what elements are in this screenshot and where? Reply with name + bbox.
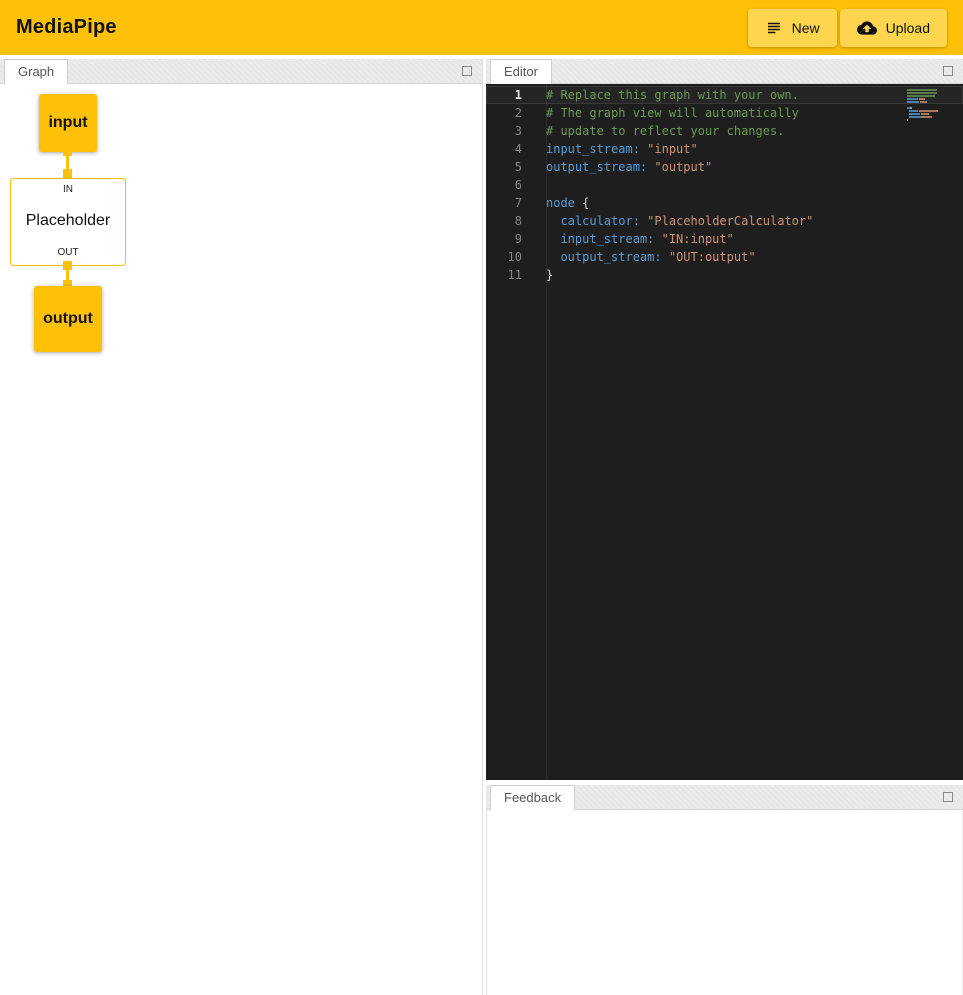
editor-lines: 1# Replace this graph with your own.2# T… bbox=[486, 86, 963, 284]
minimap-line bbox=[907, 101, 949, 103]
line-content: # update to reflect your changes. bbox=[522, 122, 784, 140]
code-line[interactable]: 4input_stream: "input" bbox=[486, 140, 963, 158]
tab-editor-label: Editor bbox=[504, 64, 538, 79]
code-line[interactable]: 2# The graph view will automatically bbox=[486, 104, 963, 122]
input-port-icon[interactable] bbox=[63, 169, 72, 178]
line-content bbox=[522, 176, 546, 194]
minimap-line bbox=[907, 116, 949, 118]
graph-node-placeholder[interactable]: IN Placeholder OUT bbox=[10, 178, 126, 266]
line-content: input_stream: "input" bbox=[522, 140, 698, 158]
minimap-line bbox=[907, 119, 949, 121]
tab-feedback-label: Feedback bbox=[504, 790, 561, 805]
line-number: 5 bbox=[486, 158, 522, 176]
graph-canvas[interactable]: input IN Placeholder OUT output bbox=[0, 84, 482, 995]
upload-button-label: Upload bbox=[886, 20, 930, 36]
feedback-content bbox=[486, 810, 963, 995]
editor-minimap[interactable] bbox=[907, 89, 949, 122]
code-line[interactable]: 11} bbox=[486, 266, 963, 284]
code-line[interactable]: 5output_stream: "output" bbox=[486, 158, 963, 176]
code-line[interactable]: 9 input_stream: "IN:input" bbox=[486, 230, 963, 248]
tab-editor[interactable]: Editor bbox=[490, 59, 552, 84]
line-number: 3 bbox=[486, 122, 522, 140]
code-line[interactable]: 1# Replace this graph with your own. bbox=[486, 86, 963, 104]
code-line[interactable]: 8 calculator: "PlaceholderCalculator" bbox=[486, 212, 963, 230]
line-number: 9 bbox=[486, 230, 522, 248]
code-line[interactable]: 7node { bbox=[486, 194, 963, 212]
line-number: 1 bbox=[486, 86, 522, 104]
cloud-upload-icon bbox=[857, 18, 877, 38]
minimap-line bbox=[907, 113, 949, 115]
code-line[interactable]: 10 output_stream: "OUT:output" bbox=[486, 248, 963, 266]
minimap-line bbox=[907, 104, 949, 106]
upload-button[interactable]: Upload bbox=[840, 9, 947, 47]
graph-node-output[interactable]: output bbox=[34, 286, 102, 352]
minimap-line bbox=[907, 110, 949, 112]
line-content: calculator: "PlaceholderCalculator" bbox=[522, 212, 813, 230]
line-number: 7 bbox=[486, 194, 522, 212]
new-file-icon bbox=[765, 19, 783, 37]
graph-maximize-icon[interactable] bbox=[462, 66, 472, 76]
new-button-label: New bbox=[792, 20, 820, 36]
placeholder-out-port-label: OUT bbox=[57, 247, 78, 258]
graph-node-input-label: input bbox=[48, 114, 87, 132]
graph-panel-header: Graph bbox=[0, 59, 482, 84]
top-bar: MediaPipe New Upload bbox=[0, 0, 963, 55]
line-number: 6 bbox=[486, 176, 522, 194]
line-content: # Replace this graph with your own. bbox=[522, 86, 799, 104]
feedback-maximize-icon[interactable] bbox=[943, 792, 953, 802]
minimap-line bbox=[907, 98, 949, 100]
line-content: node { bbox=[522, 194, 589, 212]
line-number: 8 bbox=[486, 212, 522, 230]
editor-maximize-icon[interactable] bbox=[943, 66, 953, 76]
editor-panel-header: Editor bbox=[486, 59, 963, 84]
line-content: # The graph view will automatically bbox=[522, 104, 799, 122]
line-number: 11 bbox=[486, 266, 522, 284]
editor-panel: Editor 1# Replace this graph with your o… bbox=[486, 59, 963, 780]
placeholder-in-port-label: IN bbox=[63, 184, 73, 195]
line-content: output_stream: "output" bbox=[522, 158, 712, 176]
app-window: MediaPipe New Upload bbox=[0, 0, 963, 995]
line-content: output_stream: "OUT:output" bbox=[522, 248, 756, 266]
graph-node-input[interactable]: input bbox=[39, 94, 97, 152]
line-number: 2 bbox=[486, 104, 522, 122]
tab-feedback[interactable]: Feedback bbox=[490, 785, 575, 810]
minimap-line bbox=[907, 95, 949, 97]
code-line[interactable]: 3# update to reflect your changes. bbox=[486, 122, 963, 140]
code-line[interactable]: 6 bbox=[486, 176, 963, 194]
feedback-panel-header: Feedback bbox=[486, 785, 963, 810]
line-content: } bbox=[522, 266, 553, 284]
app-title: MediaPipe bbox=[16, 16, 117, 39]
feedback-panel: Feedback bbox=[486, 785, 963, 995]
tab-graph-label: Graph bbox=[18, 64, 54, 79]
line-content: input_stream: "IN:input" bbox=[522, 230, 734, 248]
tab-graph[interactable]: Graph bbox=[4, 59, 68, 84]
line-number: 4 bbox=[486, 140, 522, 158]
editor-gutter-divider bbox=[546, 84, 547, 780]
graph-panel: Graph input IN Placeholder OUT output bbox=[0, 59, 483, 995]
new-button[interactable]: New bbox=[748, 9, 837, 47]
graph-node-placeholder-label: Placeholder bbox=[26, 212, 111, 230]
minimap-line bbox=[907, 89, 949, 91]
line-number: 10 bbox=[486, 248, 522, 266]
minimap-line bbox=[907, 92, 949, 94]
minimap-line bbox=[907, 107, 949, 109]
code-editor[interactable]: 1# Replace this graph with your own.2# T… bbox=[486, 84, 963, 780]
topbar-actions: New Upload bbox=[748, 9, 947, 47]
graph-node-output-label: output bbox=[43, 310, 93, 328]
